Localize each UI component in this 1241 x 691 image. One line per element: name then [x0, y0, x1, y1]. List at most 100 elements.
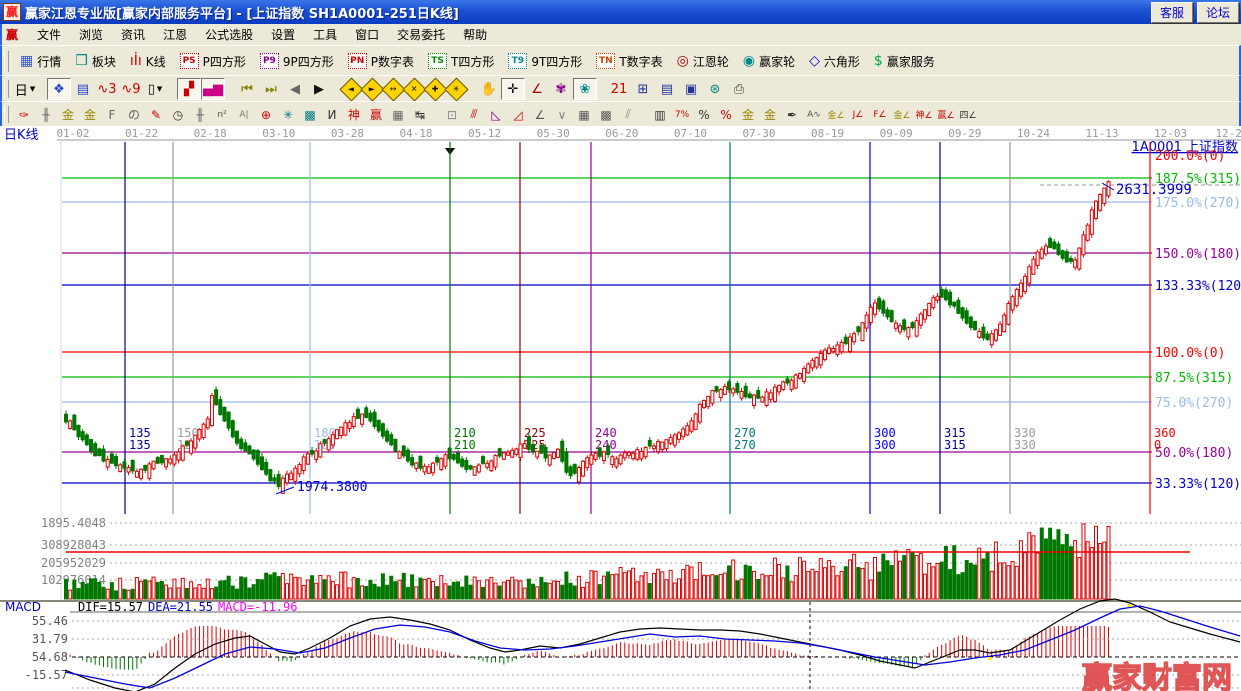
toolbar-grip[interactable] [4, 51, 9, 72]
draw-tool-fan-box[interactable]: ◺ [485, 104, 507, 125]
icon-button-go-last[interactable]: ⏭ [259, 78, 283, 100]
diamond-button-zoom-star[interactable]: ✳ [444, 77, 468, 101]
menu-item-5[interactable]: 公式选股 [196, 24, 262, 45]
draw-tool-gold-comb-2[interactable]: 金 [79, 104, 101, 125]
menu-item-1[interactable]: 文件 [28, 24, 70, 45]
draw-tool-fan-lines[interactable]: ⫻ [463, 104, 485, 125]
draw-tool-gold-comb[interactable]: 金 [57, 104, 79, 125]
icon-button-wave-3[interactable]: ∿3 [95, 78, 119, 100]
menu-item-2[interactable]: 浏览 [70, 24, 112, 45]
draw-tool-pen-2[interactable]: ✎ [145, 104, 167, 125]
toolbar-button-kline[interactable]: ıİıK线 [123, 50, 173, 73]
icon-button-candle-style[interactable]: ▯▼ [143, 78, 167, 100]
menu-item-9[interactable]: 交易委托 [388, 24, 454, 45]
draw-tool-j-angle[interactable]: J∠ [847, 104, 869, 125]
draw-tool-gold-angle-2[interactable]: 金∠ [891, 104, 913, 125]
icon-button-printer[interactable]: ⎙ [727, 78, 751, 100]
draw-tool-n-squared[interactable]: n² [211, 104, 233, 125]
toolbar-button-winner-service[interactable]: $赢家服务 [867, 50, 942, 73]
toolbar-button-9t-square[interactable]: T99T四方形 [501, 50, 589, 73]
draw-tool-circle-cross[interactable]: ⊕ [255, 104, 277, 125]
icon-button-angle-tool[interactable]: ∠ [525, 78, 549, 100]
volume-bar [823, 568, 826, 599]
toolbar-button-p-number[interactable]: PNP数字表 [341, 50, 421, 73]
toolbar-button-9p-square[interactable]: P99P四方形 [253, 50, 341, 73]
draw-tool-percent[interactable]: % [693, 104, 715, 125]
draw-tool-spiral[interactable]: の [123, 104, 145, 125]
volume-bar [419, 578, 422, 599]
draw-tool-gold-line[interactable]: 金 [759, 104, 781, 125]
toolbar-button-hexagon[interactable]: ◇六角形 [802, 50, 867, 73]
icon-button-calculator[interactable]: ⊞ [631, 78, 655, 100]
draw-tool-comb-2[interactable]: ╫ [189, 104, 211, 125]
menu-item-3[interactable]: 资讯 [112, 24, 154, 45]
draw-tool-pen-measure[interactable]: ✒ [781, 104, 803, 125]
draw-tool-gann-pen[interactable]: ✑ [13, 104, 35, 125]
draw-tool-gold-circle[interactable]: 金 [737, 104, 759, 125]
icon-button-period-day[interactable]: 日▼ [13, 78, 37, 100]
draw-tool-zigzag[interactable]: ∨ [551, 104, 573, 125]
draw-tool-span-arrows[interactable]: ↹ [409, 104, 431, 125]
icon-button-brain-tool[interactable]: ❀ [573, 78, 597, 100]
draw-tool-star-web[interactable]: ✳ [277, 104, 299, 125]
draw-tool-comb[interactable]: ╫ [35, 104, 57, 125]
draw-tool-scale-tool[interactable]: ▥ [649, 104, 671, 125]
draw-tool-clock-circle[interactable]: ◷ [167, 104, 189, 125]
menu-item-7[interactable]: 工具 [304, 24, 346, 45]
menu-item-6[interactable]: 设置 [262, 24, 304, 45]
draw-tool-parallel-lines[interactable]: ⫽ [617, 104, 639, 125]
draw-tool-a-wave[interactable]: A∿ [803, 104, 825, 125]
draw-tool-four-angle[interactable]: 四∠ [957, 104, 979, 125]
draw-tool-angle-lines[interactable]: ∠ [529, 104, 551, 125]
draw-tool-number-grid[interactable]: ▦ [387, 104, 409, 125]
toolbar-button-t-number[interactable]: TNT数字表 [589, 50, 669, 73]
draw-tool-shen-angle[interactable]: 神∠ [913, 104, 935, 125]
draw-tool-angle-a[interactable]: A| [233, 104, 255, 125]
icon-button-histogram-view[interactable]: ▄▆ [201, 78, 225, 100]
toolbar-grip[interactable] [4, 80, 9, 98]
icon-button-go-first[interactable]: ⏮ [235, 78, 259, 100]
menu-item-10[interactable]: 帮助 [454, 24, 496, 45]
draw-tool-grid-b[interactable]: ▩ [595, 104, 617, 125]
draw-tool-box-tool[interactable]: ⊡ [441, 104, 463, 125]
draw-tool-grid-a[interactable]: ▦ [573, 104, 595, 125]
draw-tool-web-square[interactable]: ▩ [299, 104, 321, 125]
draw-tool-wave-i[interactable]: И [321, 104, 343, 125]
icon-button-go-next[interactable]: ▶ [307, 78, 331, 100]
icon-button-hand-tool[interactable]: ✋ [477, 78, 501, 100]
toolbar-button-sectors[interactable]: ❒板块 [68, 50, 123, 73]
icon-button-wave-9[interactable]: ∿9 [119, 78, 143, 100]
draw-tool-f-comb[interactable]: F [101, 104, 123, 125]
icon-button-crosshair-tool[interactable]: ✛ [501, 78, 525, 100]
toolbar-button-quotes[interactable]: ▦行情 [13, 50, 68, 73]
icon-button-world-time[interactable]: ⊛ [703, 78, 727, 100]
draw-tool-ying-angle[interactable]: 赢∠ [935, 104, 957, 125]
icon-button-net-view[interactable]: ❖ [47, 78, 71, 100]
icon-button-notes[interactable]: ▤ [655, 78, 679, 100]
toolbar-button-p-square[interactable]: PSP四方形 [173, 50, 253, 73]
menu-item-8[interactable]: 窗口 [346, 24, 388, 45]
icon-button-pattern-view[interactable]: ▞ [177, 78, 201, 100]
draw-tool-ying-grid[interactable]: 赢 [365, 104, 387, 125]
kline-chart[interactable]: 01-0201-2202-1803-1003-2804-1805-1205-30… [0, 126, 1241, 691]
toolbar-grip[interactable] [4, 106, 9, 124]
draw-tool-shen-grid[interactable]: 神 [343, 104, 365, 125]
draw-tool-gold-angle[interactable]: 金∠ [825, 104, 847, 125]
toolbar-button-winner-wheel[interactable]: ◉赢家轮 [736, 50, 802, 73]
draw-tool-percent-line[interactable]: % [715, 104, 737, 125]
toolbar-button-t-square[interactable]: TST四方形 [421, 50, 501, 73]
forum-button[interactable]: 论坛 [1197, 2, 1239, 23]
icon-button-flower-tool[interactable]: ✾ [549, 78, 573, 100]
volume-bars[interactable]: 1895.4048308928043205952029102976014 [41, 516, 1241, 599]
customer-service-button[interactable]: 客服 [1151, 2, 1193, 23]
toolbar-button-gann-wheel[interactable]: ◎江恩轮 [670, 50, 736, 73]
draw-tool-fan-box-2[interactable]: ◿ [507, 104, 529, 125]
icon-button-calendar[interactable]: 21 [607, 78, 631, 100]
draw-tool-seven-pct[interactable]: 7% [671, 104, 693, 125]
icon-button-save[interactable]: ▣ [679, 78, 703, 100]
icon-button-go-prev[interactable]: ◀ [283, 78, 307, 100]
volume-bar [190, 582, 193, 599]
menu-item-4[interactable]: 江恩 [154, 24, 196, 45]
icon-button-info-doc[interactable]: ▤ [71, 78, 95, 100]
draw-tool-f-angle[interactable]: F∠ [869, 104, 891, 125]
